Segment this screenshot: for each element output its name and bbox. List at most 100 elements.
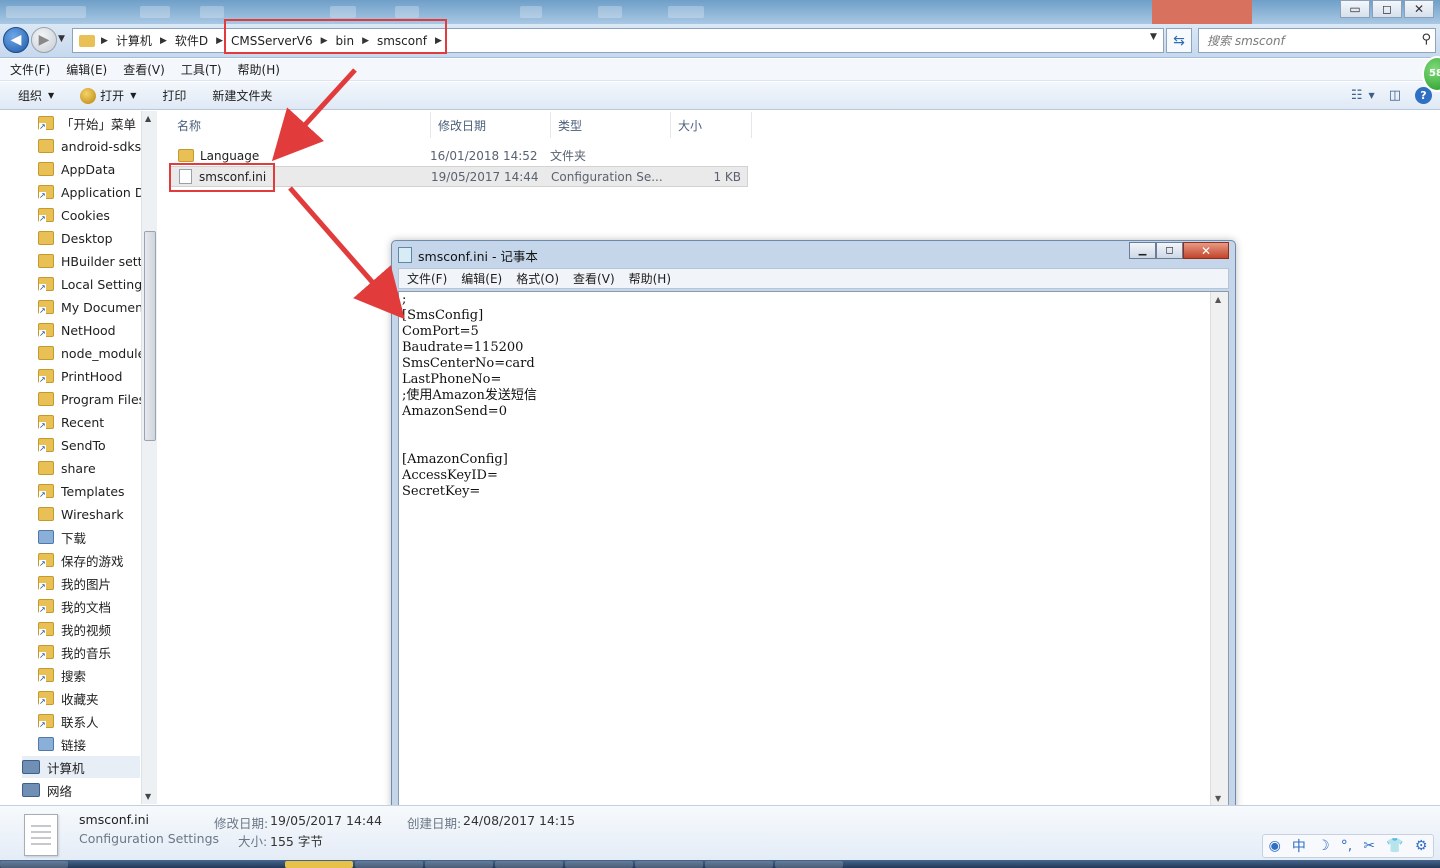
taskbar-item[interactable] bbox=[565, 861, 633, 868]
sidebar-item-label: 搜索 bbox=[61, 668, 87, 684]
scroll-down-icon[interactable]: ▼ bbox=[1215, 794, 1221, 803]
sidebar-item[interactable]: 链接 bbox=[38, 733, 86, 755]
sidebar-item[interactable]: NetHood bbox=[38, 319, 116, 341]
sidebar-item-computer[interactable]: 计算机 bbox=[22, 756, 140, 778]
column-type[interactable]: 类型 bbox=[551, 112, 671, 138]
ime-skin-icon[interactable]: 👕 bbox=[1386, 838, 1403, 854]
ime-settings-icon[interactable]: ⚙ bbox=[1415, 838, 1428, 854]
column-size[interactable]: 大小 bbox=[671, 112, 752, 138]
sidebar-item[interactable]: 搜索 bbox=[38, 664, 86, 686]
ime-punctuation-icon[interactable]: °, bbox=[1341, 838, 1352, 854]
navigation-scrollbar[interactable]: ▲ ▼ bbox=[141, 111, 157, 804]
notepad-menu-edit[interactable]: 编辑(E) bbox=[461, 270, 502, 287]
file-size: 1 KB bbox=[713, 169, 741, 184]
notepad-menu-file[interactable]: 文件(F) bbox=[407, 270, 447, 287]
breadcrumb-drive[interactable]: 软件D bbox=[175, 32, 208, 49]
sidebar-item[interactable]: Templates bbox=[38, 480, 125, 502]
column-date[interactable]: 修改日期 bbox=[431, 112, 551, 138]
taskbar-item[interactable] bbox=[775, 861, 843, 868]
ime-logo-icon[interactable]: ◉ bbox=[1269, 838, 1281, 854]
search-input[interactable]: 搜索 smsconf ⚲ bbox=[1198, 28, 1436, 53]
sidebar-item[interactable]: 我的图片 bbox=[38, 572, 111, 594]
menu-view[interactable]: 查看(V) bbox=[123, 61, 165, 78]
sidebar-item[interactable]: HBuilder setti bbox=[38, 250, 146, 272]
notepad-menu-help[interactable]: 帮助(H) bbox=[629, 270, 671, 287]
new-folder-button[interactable]: 新建文件夹 bbox=[212, 87, 272, 104]
search-icon[interactable]: ⚲ bbox=[1421, 32, 1431, 47]
notepad-menu-view[interactable]: 查看(V) bbox=[573, 270, 615, 287]
taskbar-item[interactable] bbox=[635, 861, 703, 868]
scroll-up-icon[interactable]: ▲ bbox=[145, 114, 151, 123]
notepad-icon bbox=[398, 247, 412, 263]
ime-tools-icon[interactable]: ✂ bbox=[1363, 838, 1375, 854]
taskbar-item[interactable] bbox=[425, 861, 493, 868]
recent-pages-dropdown[interactable]: ▼ bbox=[58, 34, 65, 44]
notepad-editor[interactable]: ; [SmsConfig] ComPort=5 Baudrate=115200 … bbox=[398, 291, 1229, 807]
column-name[interactable]: 名称 bbox=[170, 112, 431, 138]
notepad-maximize-button[interactable]: ◻ bbox=[1156, 242, 1183, 259]
notepad-scrollbar[interactable]: ▲ ▼ bbox=[1210, 292, 1228, 806]
sidebar-item[interactable]: Local Settings bbox=[38, 273, 149, 295]
sidebar-item[interactable]: Cookies bbox=[38, 204, 110, 226]
sidebar-item[interactable]: Program Files bbox=[38, 388, 145, 410]
address-dropdown[interactable]: ▼ bbox=[1150, 32, 1157, 42]
scroll-up-icon[interactable]: ▲ bbox=[1215, 295, 1221, 304]
notepad-minimize-button[interactable]: ▁ bbox=[1129, 242, 1156, 259]
chevron-down-icon[interactable]: ▼ bbox=[1369, 91, 1375, 100]
sidebar-item[interactable]: Application D bbox=[38, 181, 144, 203]
menu-help[interactable]: 帮助(H) bbox=[238, 61, 280, 78]
sidebar-item[interactable]: AppData bbox=[38, 158, 115, 180]
sidebar-item-network[interactable]: 网络 bbox=[22, 779, 72, 801]
print-button[interactable]: 打印 bbox=[162, 87, 186, 104]
back-button[interactable]: ◀ bbox=[3, 27, 29, 53]
taskbar-item[interactable] bbox=[355, 861, 423, 868]
sidebar-item[interactable]: 「开始」菜单 bbox=[38, 112, 136, 134]
taskbar-item[interactable] bbox=[0, 861, 68, 868]
scroll-thumb[interactable] bbox=[144, 231, 156, 441]
scroll-down-icon[interactable]: ▼ bbox=[145, 792, 151, 801]
taskbar-item[interactable] bbox=[705, 861, 773, 868]
sidebar-item-label: Cookies bbox=[61, 207, 110, 223]
minimize-button[interactable]: ▭ bbox=[1340, 0, 1370, 18]
sidebar-item[interactable]: 我的文档 bbox=[38, 595, 111, 617]
refresh-button[interactable]: ⇆ bbox=[1166, 28, 1192, 53]
sidebar-item[interactable]: node_module bbox=[38, 342, 145, 364]
chevron-right-icon[interactable]: ▶ bbox=[101, 36, 108, 46]
sidebar-item[interactable]: 下载 bbox=[38, 526, 86, 548]
sidebar-item[interactable]: Desktop bbox=[38, 227, 113, 249]
sidebar-item-label: share bbox=[61, 460, 96, 476]
menu-tools[interactable]: 工具(T) bbox=[181, 61, 222, 78]
sidebar-item[interactable]: My Documen bbox=[38, 296, 143, 318]
file-name: Language bbox=[200, 148, 260, 163]
sidebar-item[interactable]: PrintHood bbox=[38, 365, 122, 387]
forward-button[interactable]: ▶ bbox=[31, 27, 57, 53]
notepad-close-button[interactable]: ✕ bbox=[1183, 242, 1229, 259]
menu-file[interactable]: 文件(F) bbox=[10, 61, 50, 78]
notepad-content[interactable]: ; [SmsConfig] ComPort=5 Baudrate=115200 … bbox=[402, 292, 1208, 500]
sidebar-item[interactable]: 联系人 bbox=[38, 710, 99, 732]
taskbar-item[interactable] bbox=[495, 861, 563, 868]
notepad-menu-format[interactable]: 格式(O) bbox=[516, 270, 559, 287]
organize-button[interactable]: 组织 ▼ bbox=[18, 87, 54, 104]
maximize-button[interactable]: ◻ bbox=[1372, 0, 1402, 18]
sidebar-item[interactable]: 收藏夹 bbox=[38, 687, 99, 709]
close-button[interactable]: ✕ bbox=[1404, 0, 1434, 18]
sidebar-item[interactable]: 保存的游戏 bbox=[38, 549, 124, 571]
chevron-right-icon[interactable]: ▶ bbox=[160, 36, 167, 46]
sidebar-item[interactable]: 我的视频 bbox=[38, 618, 111, 640]
sidebar-item[interactable]: SendTo bbox=[38, 434, 106, 456]
sidebar-item[interactable]: 我的音乐 bbox=[38, 641, 111, 663]
ime-language-toggle[interactable]: 中 bbox=[1292, 836, 1306, 856]
chevron-right-icon[interactable]: ▶ bbox=[216, 36, 223, 46]
taskbar-item[interactable] bbox=[285, 861, 353, 868]
sidebar-item[interactable]: share bbox=[38, 457, 96, 479]
sidebar-item[interactable]: android-sdks bbox=[38, 135, 141, 157]
ime-moon-icon[interactable]: ☽ bbox=[1317, 838, 1330, 854]
open-button[interactable]: 打开 ▼ bbox=[80, 87, 136, 104]
breadcrumb-computer[interactable]: 计算机 bbox=[116, 32, 152, 49]
menu-edit[interactable]: 编辑(E) bbox=[66, 61, 107, 78]
preview-pane-icon[interactable]: ◫ bbox=[1389, 88, 1401, 103]
view-mode-icon[interactable]: ☷ bbox=[1351, 88, 1363, 103]
sidebar-item[interactable]: Recent bbox=[38, 411, 104, 433]
sidebar-item[interactable]: Wireshark bbox=[38, 503, 124, 525]
